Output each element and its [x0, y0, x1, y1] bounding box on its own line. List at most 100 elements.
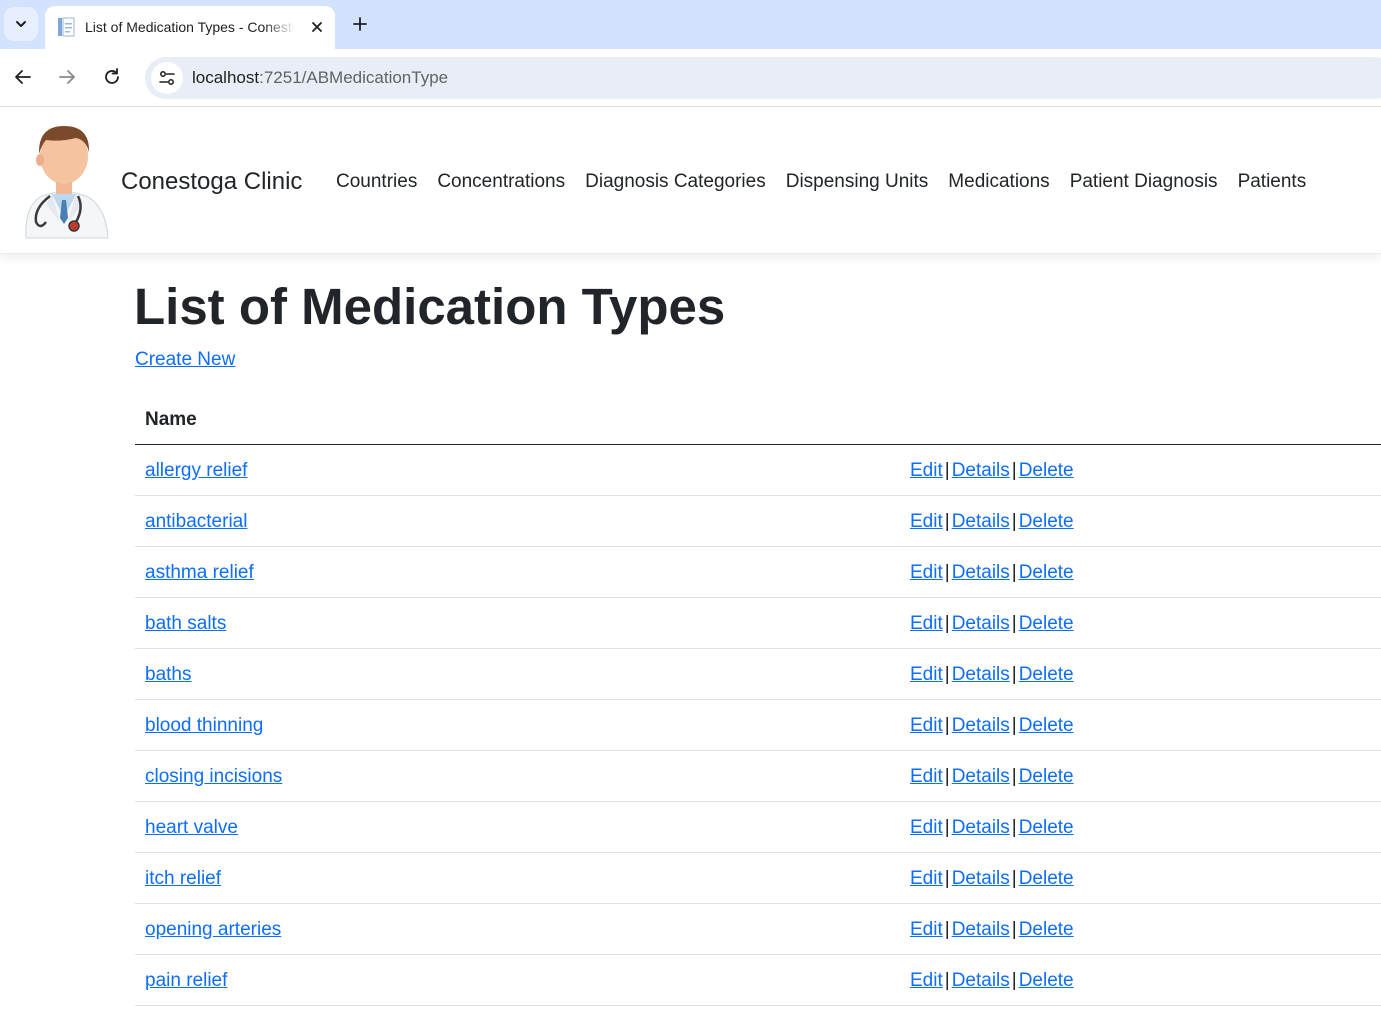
- action-separator: |: [944, 817, 950, 838]
- details-link[interactable]: Details: [952, 766, 1010, 787]
- delete-link[interactable]: Delete: [1019, 766, 1074, 787]
- table-row: bath salts Edit | Details | Delete: [135, 598, 1381, 649]
- reload-button[interactable]: [97, 62, 127, 92]
- edit-link[interactable]: Edit: [910, 970, 943, 991]
- details-link[interactable]: Details: [952, 460, 1010, 481]
- details-link[interactable]: Details: [952, 970, 1010, 991]
- browser-toolbar: localhost:7251/ABMedicationType: [0, 49, 1381, 107]
- delete-link[interactable]: Delete: [1019, 715, 1074, 736]
- edit-link[interactable]: Edit: [910, 562, 943, 583]
- site-info-button[interactable]: [151, 62, 183, 94]
- details-link[interactable]: Details: [952, 613, 1010, 634]
- delete-link[interactable]: Delete: [1019, 664, 1074, 685]
- edit-link[interactable]: Edit: [910, 511, 943, 532]
- row-name-link[interactable]: itch relief: [145, 866, 221, 892]
- table-row: baths Edit | Details | Delete: [135, 649, 1381, 700]
- action-separator: |: [1011, 766, 1017, 787]
- site-navbar: Conestoga Clinic Countries Concentration…: [0, 108, 1381, 254]
- main-nav: Countries Concentrations Diagnosis Categ…: [326, 166, 1316, 198]
- edit-link[interactable]: Edit: [910, 817, 943, 838]
- column-header-name: Name: [145, 409, 197, 430]
- edit-link[interactable]: Edit: [910, 715, 943, 736]
- action-separator: |: [1011, 613, 1017, 634]
- edit-link[interactable]: Edit: [910, 868, 943, 889]
- nav-link-patients[interactable]: Patients: [1228, 166, 1317, 198]
- row-name-link[interactable]: bath salts: [145, 611, 226, 637]
- chevron-down-icon: [16, 21, 26, 27]
- details-link[interactable]: Details: [952, 715, 1010, 736]
- action-separator: |: [944, 715, 950, 736]
- row-actions: Edit | Details | Delete: [910, 662, 1074, 688]
- back-button[interactable]: [8, 62, 38, 92]
- table-row: allergy relief Edit | Details | Delete: [135, 445, 1381, 496]
- nav-link-dispensing-units[interactable]: Dispensing Units: [776, 166, 939, 198]
- nav-link-patient-diagnosis[interactable]: Patient Diagnosis: [1060, 166, 1228, 198]
- row-actions: Edit | Details | Delete: [910, 764, 1074, 790]
- edit-link[interactable]: Edit: [910, 766, 943, 787]
- table-row: antibacterial Edit | Details | Delete: [135, 496, 1381, 547]
- delete-link[interactable]: Delete: [1019, 868, 1074, 889]
- table-row: closing incisions Edit | Details | Delete: [135, 751, 1381, 802]
- arrow-left-icon: [15, 70, 31, 84]
- document-favicon-icon: [58, 17, 75, 37]
- delete-link[interactable]: Delete: [1019, 919, 1074, 940]
- browser-tab-active[interactable]: List of Medication Types - Conestoga Cli…: [45, 6, 335, 49]
- row-name-link[interactable]: opening arteries: [145, 917, 281, 943]
- row-name-link[interactable]: antibacterial: [145, 509, 247, 535]
- delete-link[interactable]: Delete: [1019, 817, 1074, 838]
- row-name-link[interactable]: baths: [145, 662, 191, 688]
- row-name-link[interactable]: asthma relief: [145, 560, 254, 586]
- edit-link[interactable]: Edit: [910, 919, 943, 940]
- tab-search-button[interactable]: [4, 7, 38, 41]
- action-separator: |: [944, 868, 950, 889]
- row-name-link[interactable]: blood thinning: [145, 713, 263, 739]
- action-separator: |: [944, 766, 950, 787]
- arrow-right-icon: [59, 70, 75, 84]
- edit-link[interactable]: Edit: [910, 460, 943, 481]
- row-actions: Edit | Details | Delete: [910, 611, 1074, 637]
- delete-link[interactable]: Delete: [1019, 460, 1074, 481]
- action-separator: |: [1011, 562, 1017, 583]
- details-link[interactable]: Details: [952, 817, 1010, 838]
- row-actions: Edit | Details | Delete: [910, 458, 1074, 484]
- action-separator: |: [944, 664, 950, 685]
- row-name-link[interactable]: closing incisions: [145, 764, 282, 790]
- details-link[interactable]: Details: [952, 868, 1010, 889]
- nav-link-diagnosis-categories[interactable]: Diagnosis Categories: [575, 166, 776, 198]
- brand-link[interactable]: Conestoga Clinic: [121, 166, 302, 198]
- nav-link-concentrations[interactable]: Concentrations: [427, 166, 575, 198]
- row-actions: Edit | Details | Delete: [910, 560, 1074, 586]
- nav-link-countries[interactable]: Countries: [326, 166, 427, 198]
- row-name-link[interactable]: allergy relief: [145, 458, 247, 484]
- edit-link[interactable]: Edit: [910, 613, 943, 634]
- delete-link[interactable]: Delete: [1019, 970, 1074, 991]
- new-tab-button[interactable]: [346, 10, 374, 38]
- action-separator: |: [1011, 511, 1017, 532]
- create-new-link[interactable]: Create New: [135, 347, 235, 373]
- address-bar[interactable]: localhost:7251/ABMedicationType: [145, 57, 1381, 99]
- details-link[interactable]: Details: [952, 562, 1010, 583]
- action-separator: |: [1011, 664, 1017, 685]
- browser-tabstrip: List of Medication Types - Conestoga Cli…: [0, 0, 1381, 49]
- details-link[interactable]: Details: [952, 664, 1010, 685]
- nav-link-medications[interactable]: Medications: [938, 166, 1059, 198]
- table-row: blood thinning Edit | Details | Delete: [135, 700, 1381, 751]
- tab-close-button[interactable]: [305, 15, 329, 39]
- row-actions: Edit | Details | Delete: [910, 968, 1074, 994]
- url-text: localhost:7251/ABMedicationType: [192, 67, 448, 89]
- row-name-link[interactable]: pain relief: [145, 968, 227, 994]
- action-separator: |: [944, 460, 950, 481]
- doctor-logo-icon[interactable]: [16, 118, 112, 242]
- table-row: asthma relief Edit | Details | Delete: [135, 547, 1381, 598]
- delete-link[interactable]: Delete: [1019, 562, 1074, 583]
- action-separator: |: [1011, 817, 1017, 838]
- action-separator: |: [1011, 715, 1017, 736]
- row-name-link[interactable]: heart valve: [145, 815, 238, 841]
- forward-button[interactable]: [52, 62, 82, 92]
- details-link[interactable]: Details: [952, 919, 1010, 940]
- edit-link[interactable]: Edit: [910, 664, 943, 685]
- delete-link[interactable]: Delete: [1019, 613, 1074, 634]
- details-link[interactable]: Details: [952, 511, 1010, 532]
- delete-link[interactable]: Delete: [1019, 511, 1074, 532]
- close-icon: [312, 22, 322, 32]
